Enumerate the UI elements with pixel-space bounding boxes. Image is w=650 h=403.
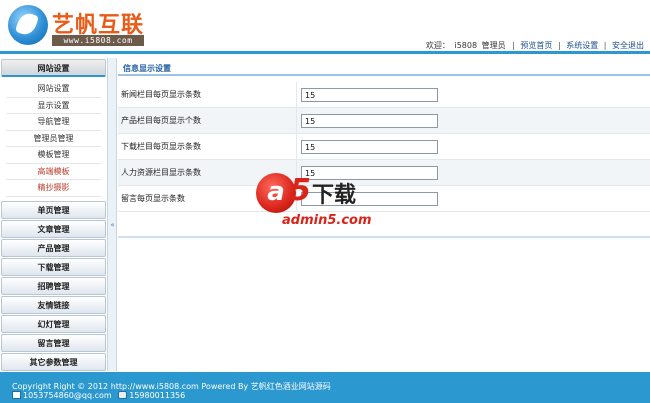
- sidebar-section-recruitment[interactable]: 招聘管理: [1, 276, 106, 295]
- field-label: 下载栏目每页显示条数: [121, 142, 201, 151]
- sidebar-section-site-settings[interactable]: 网站设置: [1, 59, 106, 77]
- sidebar-toggle[interactable]: «: [108, 58, 117, 371]
- sidebar-section-products[interactable]: 产品管理: [1, 238, 106, 257]
- system-settings-link[interactable]: 系统设置: [566, 41, 598, 50]
- phone-icon: [118, 391, 128, 399]
- watermark-text: 下载: [312, 183, 357, 208]
- collapse-arrow-icon: «: [110, 221, 115, 229]
- nav-separator: |: [557, 41, 561, 50]
- column-divider: [296, 82, 297, 108]
- sidebar-item-navigation[interactable]: 导航管理: [6, 114, 101, 131]
- sidebar-section-messages[interactable]: 留言管理: [1, 333, 106, 352]
- news-per-page-input[interactable]: [301, 88, 438, 102]
- field-label: 留言每页显示条数: [121, 194, 185, 203]
- top-nav: 欢迎： i5808 管理员 | 预览首页 | 系统设置 | 安全退出: [425, 40, 644, 51]
- sidebar-section-other-params[interactable]: 其它参数管理: [1, 352, 106, 371]
- welcome-label: 欢迎：: [425, 41, 450, 50]
- field-label: 产品栏目每页显示个数: [121, 116, 201, 125]
- sidebar-item-template-management[interactable]: 模板管理: [6, 147, 101, 164]
- footer-email: 1053754860@qq.com: [23, 391, 112, 400]
- form-row: 下载栏目每页显示条数: [118, 134, 650, 160]
- watermark-number: 5: [290, 173, 311, 208]
- sidebar-section-slides[interactable]: 幻灯管理: [1, 314, 106, 333]
- downloads-per-page-input[interactable]: [301, 140, 438, 154]
- nav-separator: |: [512, 41, 515, 50]
- logout-link[interactable]: 安全退出: [612, 41, 644, 50]
- mail-icon: [12, 391, 21, 399]
- watermark-url: admin5.com: [282, 213, 372, 228]
- panel-title: 信息显示设置: [118, 62, 650, 76]
- form-row: 产品栏目每页显示个数: [118, 108, 650, 134]
- column-divider: [296, 134, 297, 160]
- sidebar-item-site-settings[interactable]: 网站设置: [6, 81, 101, 98]
- sidebar-submenu: 网站设置 显示设置 导航管理 管理员管理 模板管理 高端模板 精抄摄影: [0, 77, 107, 200]
- sidebar-item-photography[interactable]: 精抄摄影: [6, 180, 101, 197]
- sidebar: 网站设置 网站设置 显示设置 导航管理 管理员管理 模板管理 高端模板 精抄摄影…: [0, 58, 108, 371]
- field-label: 新闻栏目每页显示条数: [121, 90, 201, 99]
- preview-home-link[interactable]: 预览首页: [520, 41, 552, 50]
- sidebar-section-links[interactable]: 友情链接: [1, 295, 106, 314]
- logo-emblem-icon: [8, 5, 48, 45]
- sidebar-item-display-settings[interactable]: 显示设置: [6, 98, 101, 114]
- footer-contact: 1053754860@qq.com 15980011356: [12, 391, 185, 400]
- username: i5808: [454, 41, 478, 50]
- site-logo[interactable]: 艺帆互联 www.i5808.com: [8, 3, 148, 49]
- nav-separator: |: [603, 41, 607, 50]
- form-row: 新闻栏目每页显示条数: [118, 82, 650, 108]
- footer-phone: 15980011356: [129, 391, 186, 400]
- products-per-page-input[interactable]: [301, 114, 438, 128]
- field-label: 人力资源栏目显示条数: [121, 168, 201, 177]
- sidebar-section-articles[interactable]: 文章管理: [1, 219, 106, 238]
- logo-url: www.i5808.com: [52, 35, 144, 46]
- header: 艺帆互联 www.i5808.com 欢迎： i5808 管理员 | 预览首页 …: [0, 0, 650, 54]
- column-divider: [296, 108, 297, 134]
- user-role: 管理员: [481, 41, 506, 50]
- footer: Copyright Right © 2012 http://www.i5808.…: [0, 372, 650, 403]
- sidebar-item-admin-management[interactable]: 管理员管理: [6, 131, 101, 147]
- watermark: a 5 下载 admin5.com: [254, 163, 404, 233]
- panel-bottom-border: [118, 236, 650, 238]
- sidebar-item-premium-templates[interactable]: 高端模板: [6, 164, 101, 180]
- sidebar-section-downloads[interactable]: 下载管理: [1, 257, 106, 276]
- header-divider: [0, 51, 650, 54]
- sidebar-section-pages[interactable]: 单页管理: [1, 200, 106, 219]
